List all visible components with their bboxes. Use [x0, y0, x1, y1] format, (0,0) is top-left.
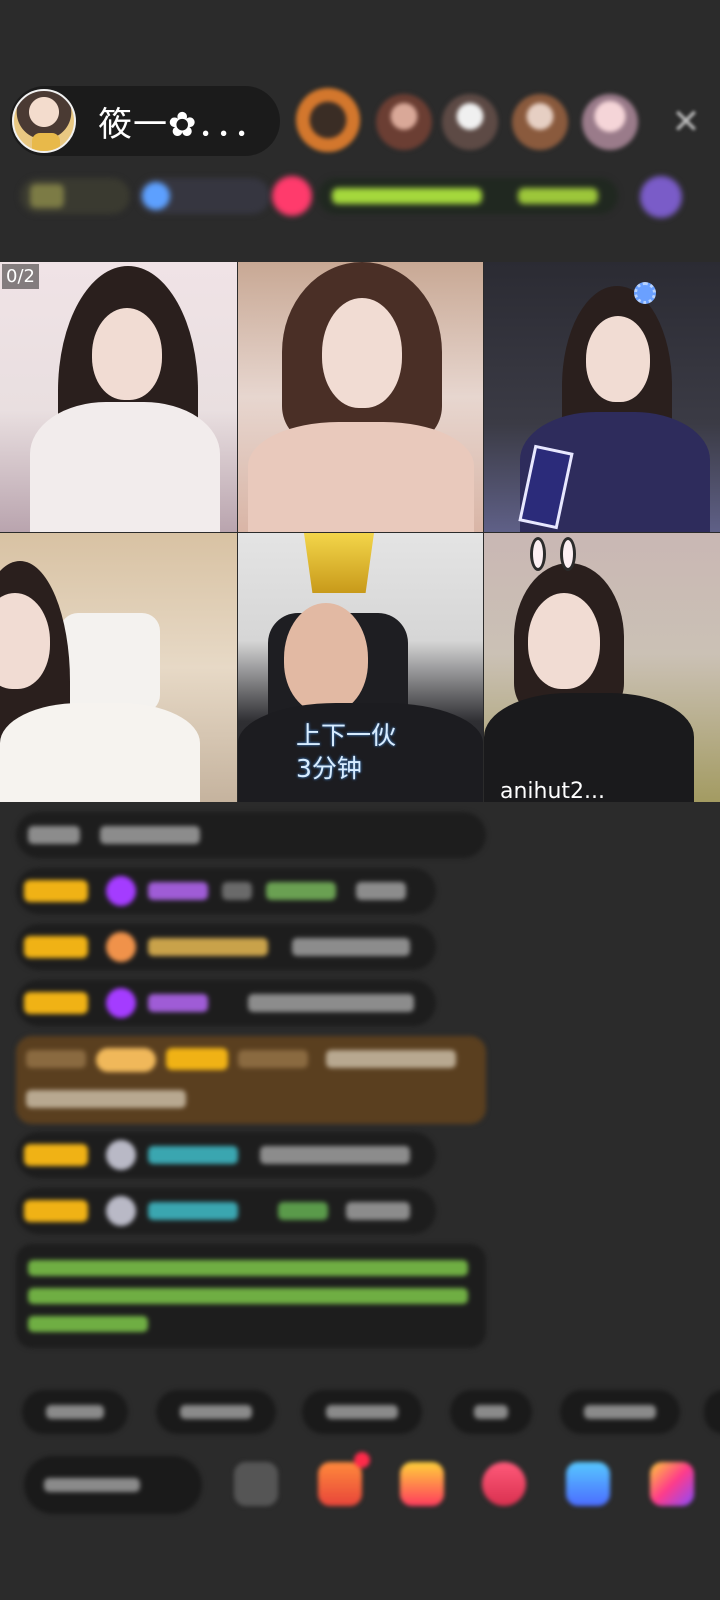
host-info-pill[interactable]: 筱一✿．．． [10, 86, 280, 156]
video-tile-1[interactable]: 0/2 [0, 262, 237, 532]
tile-body [30, 402, 220, 532]
gift-bubble-icon[interactable] [272, 176, 312, 216]
host-name: 筱一✿．．． [98, 104, 269, 145]
heart-gift-icon[interactable] [482, 1462, 526, 1506]
shirt-text: anihut2... [500, 779, 606, 802]
video-caption: 上下一伙 3分钟 [296, 719, 396, 785]
participant-counter: 0/2 [2, 264, 39, 289]
interaction-icon[interactable] [566, 1462, 610, 1506]
chat-message[interactable] [16, 1188, 436, 1234]
video-tile-2[interactable] [238, 262, 483, 532]
chat-system-message [16, 812, 486, 858]
shop-icon[interactable] [318, 1452, 370, 1506]
quick-reply-5[interactable] [560, 1390, 680, 1434]
audience-avatar-5[interactable] [582, 94, 638, 150]
quick-reply-2[interactable] [156, 1390, 276, 1434]
video-tile-6[interactable]: anihut2... [484, 533, 720, 802]
comment-input[interactable] [24, 1456, 202, 1514]
host-avatar[interactable] [12, 89, 76, 153]
video-tile-4[interactable] [0, 533, 237, 802]
tile-face [284, 603, 368, 713]
close-icon[interactable]: ✕ [668, 104, 704, 140]
audience-avatar-4[interactable] [512, 94, 568, 150]
quick-reply-3[interactable] [302, 1390, 422, 1434]
chat-message[interactable] [16, 924, 436, 970]
quick-reply-1[interactable] [22, 1390, 128, 1434]
bunny-ear-icon [560, 537, 576, 571]
chat-entry-banner[interactable] [16, 1036, 486, 1124]
audience-avatar-3[interactable] [442, 94, 498, 150]
chat-message[interactable] [16, 980, 436, 1026]
more-icon[interactable] [650, 1462, 694, 1506]
event-icon[interactable] [640, 176, 682, 218]
gift-box-icon[interactable] [400, 1462, 444, 1506]
tile-body [0, 703, 200, 802]
caption-line-1: 上下一伙 [296, 721, 397, 750]
crown-effect-icon [304, 533, 374, 593]
tile-face [322, 298, 402, 408]
popularity-chip[interactable] [138, 178, 270, 214]
quick-reply-6[interactable] [704, 1390, 720, 1434]
tile-face [528, 593, 600, 689]
caption-line-2: 3分钟 [296, 754, 362, 783]
chat-message[interactable] [16, 1132, 436, 1178]
audience-avatar-2[interactable] [376, 94, 432, 150]
bunny-ear-icon [530, 537, 546, 571]
tile-face [92, 308, 162, 400]
tile-face [586, 316, 650, 402]
tile-body [248, 422, 474, 532]
ranking-chip[interactable] [20, 178, 130, 214]
flower-hairpin-icon [634, 282, 656, 304]
video-tile-3[interactable] [484, 262, 720, 532]
chat-message[interactable] [16, 868, 436, 914]
chair-shape [60, 613, 160, 713]
quick-reply-4[interactable] [450, 1390, 532, 1434]
activity-banner-chip[interactable] [318, 178, 618, 214]
audience-avatar-1[interactable] [296, 88, 360, 152]
video-tile-5[interactable]: 上下一伙 3分钟 [238, 533, 483, 802]
emoji-icon[interactable] [234, 1462, 278, 1506]
chat-system-notice [16, 1244, 486, 1348]
notification-dot [354, 1452, 370, 1468]
video-grid: 0/2 上下一伙 3分钟 anihut2... [0, 262, 720, 802]
